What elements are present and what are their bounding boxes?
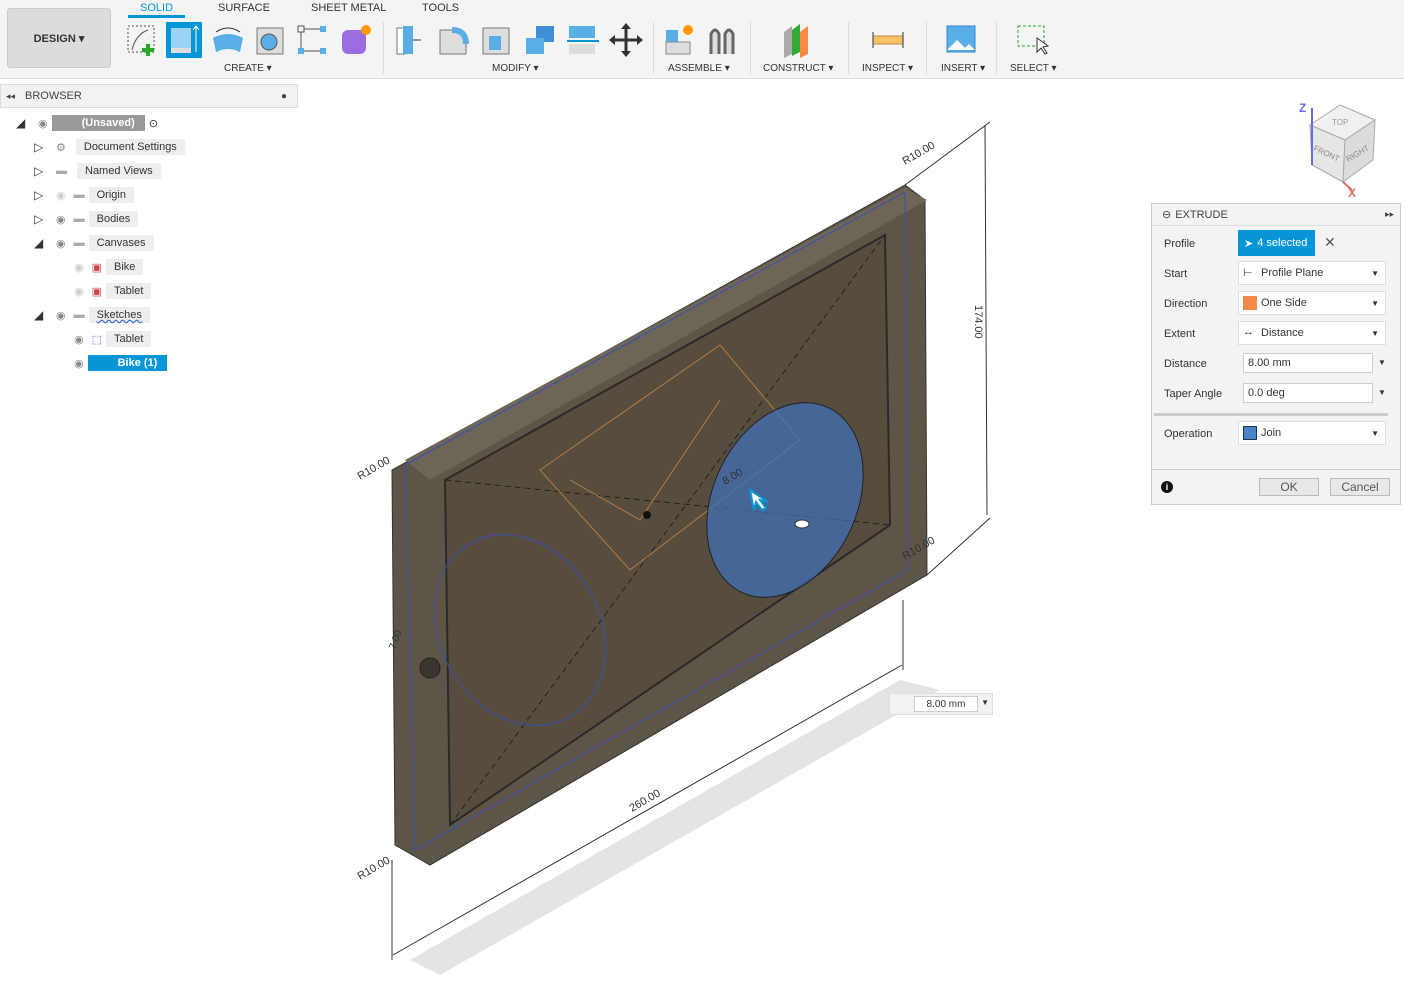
joint-icon[interactable] — [705, 22, 741, 58]
revolve-icon[interactable] — [210, 22, 246, 58]
dim-radius-label[interactable]: R10.00 — [356, 454, 393, 482]
fillet-icon[interactable] — [436, 22, 472, 58]
divider — [750, 22, 751, 74]
extent-value: Distance — [1261, 327, 1304, 339]
one-side-icon — [1243, 296, 1257, 310]
operation-label: Operation — [1164, 428, 1213, 440]
extent-label: Extent — [1164, 328, 1196, 340]
construct-menu[interactable]: CONSTRUCT ▾ — [763, 63, 833, 74]
move-icon[interactable] — [608, 22, 644, 58]
split-body-icon[interactable] — [565, 22, 601, 58]
tab-solid[interactable]: SOLID — [128, 2, 186, 18]
profile-selection-button[interactable]: ➤ 4 selected — [1238, 230, 1315, 256]
extent-dropdown[interactable]: ↔ Distance ▼ — [1238, 321, 1386, 345]
operation-dropdown[interactable]: Join ▼ — [1238, 421, 1386, 445]
divider — [1152, 469, 1400, 470]
distance-label: Distance — [1164, 358, 1207, 370]
expand-icon[interactable]: ▸▸ — [1385, 209, 1394, 220]
divider — [653, 22, 654, 74]
start-dropdown[interactable]: ⊢ Profile Plane ▼ — [1238, 261, 1386, 285]
insert-menu[interactable]: INSERT ▾ — [941, 63, 985, 74]
profile-plane-icon: ⊢ — [1243, 267, 1253, 279]
create-sketch-icon[interactable] — [124, 22, 160, 58]
assemble-menu[interactable]: ASSEMBLE ▾ — [668, 63, 730, 74]
dim-line-height — [984, 124, 988, 516]
direction-label: Direction — [1164, 298, 1208, 310]
viewcube[interactable]: TOP FRONT RIGHT Z X — [1299, 101, 1377, 200]
dialog-title: EXTRUDE — [1175, 208, 1228, 221]
toolbar: DESIGN ▾ SOLID SURFACE SHEET METAL TOOLS… — [0, 0, 1404, 79]
profile-value: 4 selected — [1257, 237, 1308, 249]
inspect-menu[interactable]: INSPECT ▾ — [862, 63, 913, 74]
dim-radius-label[interactable]: R10.00 — [901, 139, 938, 167]
axis-x-label: X — [1348, 186, 1356, 200]
hole-icon[interactable] — [253, 22, 289, 58]
dim-width-label[interactable]: 260.00 — [628, 787, 663, 814]
tab-tools[interactable]: TOOLS — [422, 2, 459, 14]
distance-input[interactable]: 8.00 mm — [1243, 353, 1373, 373]
manipulator-handle[interactable] — [794, 519, 810, 529]
start-label: Start — [1164, 268, 1188, 280]
inline-distance-input[interactable]: 8.00 mm — [914, 696, 978, 712]
start-value: Profile Plane — [1261, 267, 1324, 279]
clear-selection-icon[interactable]: ✕ — [1324, 234, 1336, 251]
dialog-header[interactable]: ⊖ EXTRUDE ▸▸ — [1152, 204, 1400, 226]
axis-z-label: Z — [1299, 101, 1306, 115]
shell-icon[interactable] — [479, 22, 515, 58]
divider — [848, 22, 849, 74]
combine-icon[interactable] — [522, 22, 558, 58]
direction-dropdown[interactable]: One Side ▼ — [1238, 291, 1386, 315]
viewcube-top[interactable]: TOP — [1332, 118, 1348, 127]
create-menu[interactable]: CREATE ▾ — [224, 63, 272, 74]
inline-distance-input-box: 8.00 mm ▼ — [889, 693, 993, 715]
extrude-icon[interactable] — [166, 22, 202, 58]
press-pull-icon[interactable] — [393, 22, 429, 58]
distance-dropdown-arrow-icon[interactable]: ▼ — [1378, 358, 1386, 367]
select-menu[interactable]: SELECT ▾ — [1010, 63, 1057, 74]
side-button — [419, 657, 441, 679]
divider — [383, 22, 384, 74]
divider — [996, 22, 997, 74]
center-point — [643, 511, 651, 519]
pattern-icon[interactable] — [295, 22, 331, 58]
offset-plane-icon[interactable] — [780, 22, 816, 58]
direction-value: One Side — [1261, 297, 1307, 309]
collapse-icon[interactable]: ⊖ — [1162, 208, 1171, 221]
select-icon[interactable] — [1015, 22, 1051, 58]
insert-image-icon[interactable] — [944, 22, 980, 58]
dropdown-arrow-icon[interactable]: ▼ — [981, 698, 989, 707]
measure-icon[interactable] — [870, 22, 906, 58]
design-workspace-button[interactable]: DESIGN ▾ — [7, 8, 111, 68]
dim-height-label[interactable]: 174.00 — [972, 305, 984, 339]
dim-radius-label[interactable]: R10.00 — [356, 854, 393, 882]
extrude-dialog: ⊖ EXTRUDE ▸▸ Profile ➤ 4 selected ✕ Start… — [1151, 203, 1401, 505]
operation-value: Join — [1261, 427, 1282, 439]
cursor-icon: ➤ — [1244, 237, 1254, 250]
divider — [1154, 413, 1388, 416]
tab-sheet-metal[interactable]: SHEET METAL — [311, 2, 386, 14]
taper-dropdown-arrow-icon[interactable]: ▼ — [1378, 388, 1386, 397]
tab-surface[interactable]: SURFACE — [218, 2, 270, 14]
modify-menu[interactable]: MODIFY ▾ — [492, 63, 539, 74]
taper-angle-label: Taper Angle — [1164, 388, 1223, 400]
info-icon[interactable]: i — [1161, 481, 1173, 493]
divider — [926, 22, 927, 74]
distance-icon: ↔ — [1243, 326, 1254, 338]
join-icon — [1243, 426, 1257, 440]
taper-angle-input[interactable]: 0.0 deg — [1243, 383, 1373, 403]
ok-button[interactable]: OK — [1259, 478, 1319, 496]
cancel-button[interactable]: Cancel — [1330, 478, 1390, 496]
dim-extension — [926, 517, 991, 576]
profile-label: Profile — [1164, 238, 1196, 250]
new-component-icon[interactable] — [662, 22, 698, 58]
create-form-icon[interactable] — [338, 22, 374, 58]
